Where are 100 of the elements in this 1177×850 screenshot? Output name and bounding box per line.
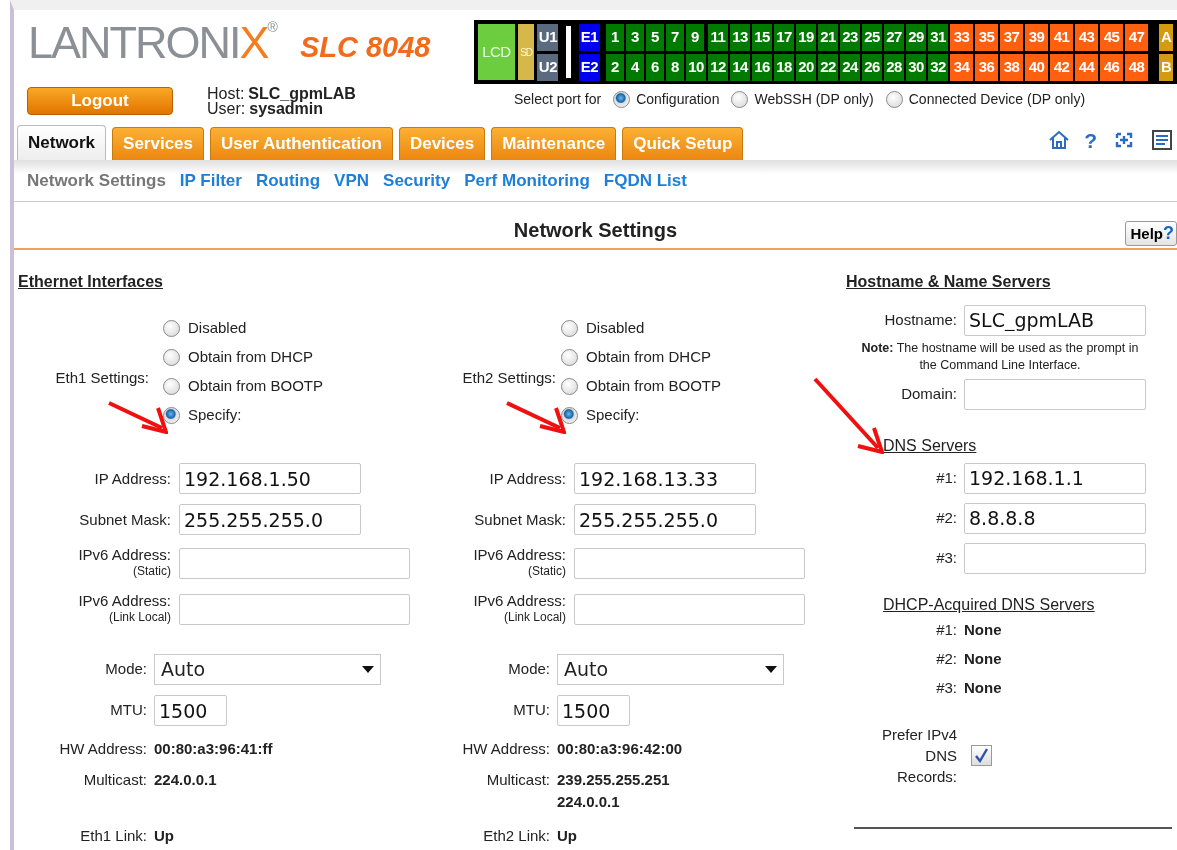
radio-button[interactable]: [885, 91, 903, 108]
port-indicator[interactable]: 22: [818, 54, 838, 81]
radio-button[interactable]: [561, 378, 578, 395]
port-indicator[interactable]: 7: [666, 24, 684, 51]
port-indicator[interactable]: U2: [537, 54, 559, 81]
port-indicator[interactable]: 11: [708, 24, 728, 51]
port-indicator[interactable]: 16: [752, 54, 772, 81]
port-indicator[interactable]: 32: [928, 54, 948, 81]
tab[interactable]: Network: [17, 125, 107, 160]
mode-dropdown[interactable]: Auto: [154, 654, 381, 685]
mode-dropdown[interactable]: Auto: [557, 654, 784, 685]
input-field[interactable]: [574, 593, 805, 625]
nav-link-item[interactable]: Security: [383, 167, 451, 194]
input-field[interactable]: 1500: [557, 695, 630, 726]
input-field[interactable]: [574, 547, 805, 579]
document-icon[interactable]: [1151, 129, 1173, 151]
port-indicator[interactable]: 17: [774, 24, 794, 51]
home-icon[interactable]: [1048, 130, 1071, 150]
port-indicator[interactable]: 2: [606, 54, 624, 81]
port-indicator[interactable]: 38: [1000, 54, 1023, 81]
port-indicator[interactable]: 8: [666, 54, 684, 81]
input-field[interactable]: 192.168.1.50: [179, 463, 361, 494]
port-indicator[interactable]: 29: [906, 24, 926, 51]
port-indicator[interactable]: 26: [862, 54, 882, 81]
input-field[interactable]: 1500: [154, 695, 227, 726]
port-indicator[interactable]: 41: [1050, 24, 1073, 51]
port-indicator[interactable]: 14: [730, 54, 750, 81]
port-indicator[interactable]: 42: [1050, 54, 1073, 81]
radio-button[interactable]: [163, 320, 180, 337]
info-value: 224.0.0.1: [557, 792, 621, 812]
input-field[interactable]: 192.168.13.33: [574, 463, 756, 494]
port-indicator[interactable]: 34: [950, 54, 973, 81]
help-button[interactable]: Help?: [1125, 221, 1177, 246]
port-indicator[interactable]: 35: [975, 24, 998, 51]
port-indicator[interactable]: 39: [1025, 24, 1048, 51]
port-indicator[interactable]: 20: [796, 54, 816, 81]
port-indicator[interactable]: 18: [774, 54, 794, 81]
port-indicator[interactable]: 9: [686, 24, 704, 51]
nav-link-item[interactable]: Network Settings: [27, 167, 166, 194]
port-indicator[interactable]: 28: [884, 54, 904, 81]
port-indicator[interactable]: 30: [906, 54, 926, 81]
port-indicator[interactable]: 13: [730, 24, 750, 51]
nav-link-item[interactable]: Routing: [255, 167, 321, 194]
input-field[interactable]: [179, 593, 410, 625]
input-field[interactable]: 255.255.255.0: [574, 504, 756, 535]
port-indicator[interactable]: 47: [1125, 24, 1148, 51]
port-indicator[interactable]: 27: [884, 24, 904, 51]
port-indicator[interactable]: 33: [950, 24, 973, 51]
port-indicator[interactable]: 10: [686, 54, 706, 81]
nav-link-item[interactable]: FQDN List: [603, 167, 687, 194]
help-icon[interactable]: ?: [1084, 129, 1097, 151]
input-field[interactable]: 255.255.255.0: [179, 504, 361, 535]
port-indicator[interactable]: 3: [626, 24, 644, 51]
radio-button[interactable]: [613, 91, 631, 108]
port-indicator[interactable]: 40: [1025, 54, 1048, 81]
nav-link-item[interactable]: Perf Monitoring: [464, 167, 590, 194]
radio-button[interactable]: [561, 407, 578, 424]
port-indicator[interactable]: U1: [537, 24, 559, 51]
port-indicator[interactable]: 31: [928, 24, 948, 51]
port-indicator[interactable]: 44: [1075, 54, 1098, 81]
port-indicator[interactable]: 12: [708, 54, 728, 81]
port-indicator[interactable]: 24: [840, 54, 860, 81]
nav-link-item[interactable]: VPN: [334, 167, 370, 194]
port-indicator[interactable]: E1: [579, 24, 600, 51]
port-indicator[interactable]: 1: [606, 24, 624, 51]
nav-link-item[interactable]: IP Filter: [179, 167, 242, 194]
field-label: #2:: [935, 507, 957, 528]
port-indicator[interactable]: 48: [1125, 54, 1148, 81]
port-indicator[interactable]: 23: [840, 24, 860, 51]
port-indicator[interactable]: E2: [579, 54, 600, 81]
settings-label: Eth1 Settings:: [54, 367, 149, 388]
radio-button[interactable]: [731, 91, 749, 108]
radio-button[interactable]: [561, 320, 578, 337]
field-label: #3:: [935, 678, 957, 698]
radio-button[interactable]: [163, 378, 180, 395]
radio-button[interactable]: [561, 349, 578, 366]
radio-label: Configuration: [636, 90, 720, 109]
radio-button[interactable]: [163, 407, 180, 424]
port-indicator[interactable]: 43: [1075, 24, 1098, 51]
input-field[interactable]: SLC_gpmLAB: [964, 304, 1146, 336]
checkbox[interactable]: [971, 745, 992, 766]
input-field[interactable]: [964, 378, 1146, 410]
input-field[interactable]: 8.8.8.8: [964, 502, 1146, 534]
port-indicator[interactable]: 21: [818, 24, 838, 51]
port-indicator[interactable]: 5: [646, 24, 664, 51]
port-indicator[interactable]: 37: [1000, 24, 1023, 51]
input-field[interactable]: 192.168.1.1: [964, 462, 1146, 494]
port-indicator[interactable]: 25: [862, 24, 882, 51]
input-field[interactable]: [179, 547, 410, 579]
port-indicator[interactable]: 36: [975, 54, 998, 81]
port-indicator[interactable]: 19: [796, 24, 816, 51]
radio-button[interactable]: [163, 349, 180, 366]
field-sublabel: (Link Local): [107, 609, 171, 625]
port-indicator[interactable]: 6: [646, 54, 664, 81]
port-indicator[interactable]: 4: [626, 54, 644, 81]
field-label: #1:: [935, 467, 957, 488]
port-indicator[interactable]: 45: [1100, 24, 1123, 51]
port-indicator[interactable]: 46: [1100, 54, 1123, 81]
input-field[interactable]: [964, 542, 1146, 574]
port-indicator[interactable]: 15: [752, 24, 772, 51]
